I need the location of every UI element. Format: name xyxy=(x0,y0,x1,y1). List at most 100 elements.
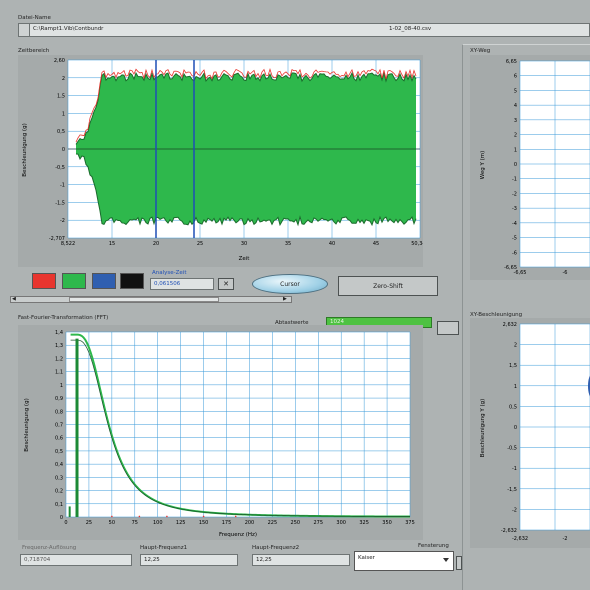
main-freq1-label: Haupt-Frequenz1 xyxy=(140,545,188,551)
time-y-tick: 2 xyxy=(62,76,65,82)
window-select-value: Kaiser xyxy=(358,555,375,561)
scroll-left-icon[interactable]: ◀ xyxy=(12,297,18,302)
time-x-tick: 40 xyxy=(329,241,335,247)
xy-path-x-tick: -6 xyxy=(563,270,568,276)
fft-plot-title: Fast-Fourier-Transformation (FFT) xyxy=(18,315,109,321)
scroll-right-icon[interactable]: ▶ xyxy=(283,297,289,302)
xy-path-y-label: Weg Y (m) xyxy=(480,151,486,180)
time-y-tick: 0 xyxy=(62,147,65,153)
freq-res-field: 0,718704 xyxy=(20,554,132,566)
time-x-tick: 20 xyxy=(153,241,159,247)
scrollbar-thumb[interactable] xyxy=(69,297,219,302)
xy-path-y-tick: -6 xyxy=(512,250,517,256)
time-y-tick: -0,5 xyxy=(55,165,65,171)
fft-y-tick: 0,3 xyxy=(55,475,63,481)
fft-x-tick: 0 xyxy=(64,520,67,526)
fft-x-tick: 350 xyxy=(382,520,392,526)
xy-path-y-tick: 4 xyxy=(514,103,517,109)
file-path-value: C:\Rampt1.Vib\Contbundr xyxy=(33,26,104,32)
fft-y-tick: 1,3 xyxy=(55,343,63,349)
xy-path-y-tick: 1 xyxy=(514,147,517,153)
zero-shift-button[interactable]: Zero-Shift xyxy=(338,276,438,296)
time-x-tick: 8,522 xyxy=(61,241,75,247)
color-swatch-green[interactable] xyxy=(62,273,86,289)
fft-y-tick: 1,1 xyxy=(55,370,63,376)
window-select[interactable]: Kaiser xyxy=(354,551,454,571)
color-swatch-blue[interactable] xyxy=(92,273,116,289)
time-plot-title: Zeitbereich xyxy=(18,48,50,54)
time-y-tick: -1,5 xyxy=(55,200,65,206)
fft-y-tick: 0,8 xyxy=(55,409,63,415)
xy-accel-y-tick: 0 xyxy=(514,425,517,431)
file-section-label: Datei-Name xyxy=(18,15,51,21)
fft-x-tick: 150 xyxy=(199,520,209,526)
xy-path-y-tick: 5 xyxy=(514,88,517,94)
xy-accel-y-tick: -2,632 xyxy=(501,528,517,534)
xy-path-y-tick: -1 xyxy=(512,177,517,183)
cursor-button-label: Cursor xyxy=(280,280,300,288)
time-y-label: Beschleunigung (g) xyxy=(22,123,28,176)
xy-path-plot[interactable]: 6,656543210-1-2-3-4-5-6-6,65 -6,65 -6 Weg… xyxy=(470,55,590,280)
xy-path-y-tick: -3 xyxy=(512,206,517,212)
fft-y-tick: 0,4 xyxy=(55,462,63,468)
time-x-tick: 45 xyxy=(373,241,379,247)
fft-x-tick: 375 xyxy=(405,520,415,526)
xy-path-y-tick: 0 xyxy=(514,162,517,168)
xy-accel-plot[interactable]: 2,632 2 1,5 1 0,5 0 -0,5 -1 -1,5 -2 -2,632 -2,632 -… xyxy=(470,318,590,548)
window-scroll-button[interactable] xyxy=(456,556,462,570)
time-scrollbar[interactable]: ◀ ▶ xyxy=(10,296,292,303)
freq-res-label: Frequenz-Auflösung xyxy=(22,545,77,551)
color-swatch-red[interactable] xyxy=(32,273,56,289)
file-path-field[interactable]: C:\Rampt1.Vib\Contbundr 1-02_08-40.csv xyxy=(18,23,590,37)
color-swatch-black[interactable] xyxy=(120,273,144,289)
fft-y-tick: 1,2 xyxy=(55,356,63,362)
close-icon: ✕ xyxy=(223,280,229,288)
analysis-time-field[interactable]: 0,061506 xyxy=(150,278,214,290)
fft-y-tick: 0,2 xyxy=(55,489,63,495)
fft-y-tick: 0 xyxy=(60,515,63,521)
time-y-tick: 2,60 xyxy=(54,58,65,64)
xy-path-y-tick: 2 xyxy=(514,133,517,139)
path-browse-icon[interactable] xyxy=(19,24,30,36)
time-y-tick: 1 xyxy=(62,111,65,117)
chevron-down-icon[interactable] xyxy=(443,558,449,562)
xy-accel-y-tick: -2 xyxy=(512,507,517,513)
xy-path-y-tick: -5 xyxy=(512,236,517,242)
time-x-ticks: 8,522 15 20 25 30 35 40 45 50,347 xyxy=(61,241,423,247)
main-freq1-field: 12,25 xyxy=(140,554,238,566)
sampling-dropdown-button[interactable] xyxy=(437,321,459,335)
xy-accel-y-tick: 2,632 xyxy=(503,322,517,328)
time-x-tick: 35 xyxy=(285,241,291,247)
zero-shift-button-label: Zero-Shift xyxy=(373,282,403,290)
fft-y-tick: 1,4 xyxy=(55,330,63,336)
xy-accel-y-tick: 0,5 xyxy=(509,404,517,410)
fft-y-tick: 0,5 xyxy=(55,449,63,455)
main-freq2-field: 12,25 xyxy=(252,554,350,566)
time-y-tick: -2 xyxy=(60,218,65,224)
fft-x-tick: 300 xyxy=(336,520,346,526)
time-x-label: Zeit xyxy=(239,256,251,262)
fft-x-tick: 275 xyxy=(313,520,323,526)
xy-path-x-tick: -6,65 xyxy=(514,270,527,276)
fft-x-tick: 100 xyxy=(153,520,163,526)
fft-y-tick: 0,9 xyxy=(55,396,63,402)
analysis-time-label: Analyse-Zeit xyxy=(152,270,187,276)
fft-x-tick: 25 xyxy=(86,520,92,526)
xy-accel-x-tick: -2 xyxy=(563,536,568,542)
fft-y-tick: 0,7 xyxy=(55,423,63,429)
cursor-button[interactable]: Cursor xyxy=(252,274,328,294)
time-x-tick: 25 xyxy=(197,241,203,247)
window-label: Fensterung xyxy=(418,543,449,549)
fft-x-tick: 50 xyxy=(109,520,115,526)
xy-accel-x-tick: -2,632 xyxy=(512,536,528,542)
time-x-tick: 30 xyxy=(241,241,247,247)
fft-y-ticks: 1,4 1,3 1,2 1,1 1 0,9 0,8 0,7 0,6 0,5 0,4 0,3 0,2 0,1… xyxy=(55,330,63,521)
fft-x-tick: 75 xyxy=(132,520,138,526)
fft-plot[interactable]: 1,4 1,3 1,2 1,1 1 0,9 0,8 0,7 0,6 0,5 0,4 0,3 0,2 0,1… xyxy=(18,325,423,540)
fft-x-ticks: 0 25 50 75 100 125 150 175 200 225 250 275 300 325 350… xyxy=(64,520,414,526)
main-freq1-value: 12,25 xyxy=(144,557,160,563)
file-name-value: 1-02_08-40.csv xyxy=(389,26,432,32)
analysis-clear-button[interactable]: ✕ xyxy=(218,278,234,290)
time-plot[interactable]: 2,6021,510,50-0,5-1-1,5-2-2,707 8,522 15 2… xyxy=(18,55,423,267)
fft-x-label: Frequenz (Hz) xyxy=(219,532,257,538)
